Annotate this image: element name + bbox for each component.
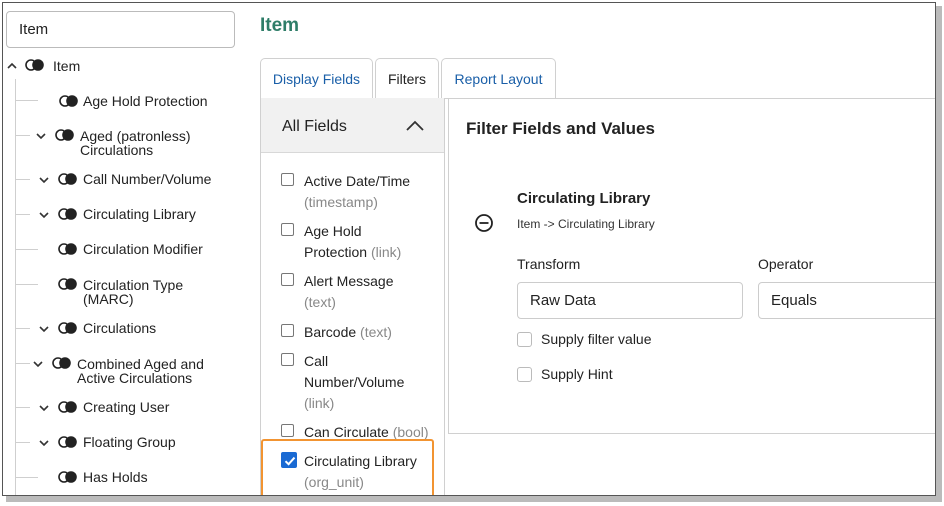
supply-hint-label: Supply Hint (541, 366, 613, 382)
chevron-down-icon[interactable] (38, 209, 50, 221)
tree-connector (16, 249, 38, 250)
tree-connector (16, 100, 38, 101)
supply-filter-value-label: Supply filter value (541, 331, 652, 347)
operator-label: Operator (758, 256, 814, 272)
field-type: (link) (370, 244, 402, 260)
app-frame: Item Item Age Hold Protection Aged (patr… (2, 2, 936, 496)
tree-item-circulations[interactable]: Circulations (83, 321, 156, 335)
field-label: Can Circulate (304, 424, 389, 440)
frame-shadow-right (936, 6, 942, 500)
tree-item-combined-line2[interactable]: Active Circulations (77, 371, 192, 385)
tree-item-aged-circulations-line1[interactable]: Aged (patronless) (80, 129, 191, 143)
filter-panel: Filter Fields and Values Circulating Lib… (448, 98, 935, 434)
field-checkbox[interactable] (281, 324, 294, 337)
tab-filters[interactable]: Filters (375, 58, 439, 99)
field-type: (text) (304, 294, 336, 310)
tree-connector (16, 328, 30, 329)
tree-item-circulation-type-line1[interactable]: Circulation Type (83, 278, 183, 292)
field-checkbox[interactable] (281, 424, 294, 437)
field-type: (bool) (392, 424, 429, 440)
join-venn-icon (59, 95, 78, 107)
remove-circle-icon[interactable] (474, 213, 494, 233)
tree-connector (16, 179, 30, 180)
tree-connector (16, 477, 38, 478)
join-venn-icon (58, 208, 77, 220)
chevron-down-icon[interactable] (38, 437, 50, 449)
tree-connector (16, 135, 30, 136)
tab-report-layout[interactable]: Report Layout (441, 58, 556, 98)
tree-connector (16, 214, 30, 215)
join-venn-icon (58, 173, 77, 185)
tree-item-circulation-modifier[interactable]: Circulation Modifier (83, 242, 203, 256)
transform-select[interactable]: Raw Data (517, 282, 743, 319)
tree-search-input[interactable]: Item (6, 11, 235, 48)
all-fields-header[interactable]: All Fields (261, 98, 444, 153)
tree-item-aged-circulations-line2[interactable]: Circulations (80, 143, 153, 157)
field-label-line2: Number/Volume (304, 374, 405, 390)
chevron-down-icon[interactable] (32, 358, 44, 370)
join-venn-icon (52, 357, 71, 369)
tree-item-call-number-volume[interactable]: Call Number/Volume (83, 172, 211, 186)
tree-item-circulating-library[interactable]: Circulating Library (83, 207, 196, 221)
field-type: (text) (360, 324, 392, 340)
chevron-down-icon[interactable] (38, 323, 50, 335)
field-checkbox[interactable] (281, 173, 294, 186)
field-checkbox[interactable] (281, 273, 294, 286)
join-venn-icon (58, 471, 77, 483)
field-label: Barcode (304, 324, 357, 340)
field-label: Alert Message (304, 273, 394, 289)
transform-label: Transform (517, 256, 581, 272)
all-fields-panel: All Fields Active Date/Time (timestamp) … (260, 98, 445, 495)
all-fields-heading: All Fields (282, 118, 347, 135)
source-tree: Item Item Age Hold Protection Aged (patr… (3, 3, 248, 495)
page-title: Item (260, 15, 300, 36)
join-venn-icon (58, 243, 77, 255)
chevron-up-icon[interactable] (405, 120, 425, 132)
filter-field-path: Item -> Circulating Library (517, 217, 655, 231)
tree-item-circulation-type-line2[interactable]: (MARC) (83, 292, 134, 306)
tree-connector (16, 407, 30, 408)
filter-panel-heading: Filter Fields and Values (466, 119, 655, 138)
tree-item-floating-group[interactable]: Floating Group (83, 435, 176, 449)
chevron-down-icon[interactable] (38, 174, 50, 186)
tree-connector (16, 284, 38, 285)
join-venn-icon (58, 436, 77, 448)
tree-item-has-holds[interactable]: Has Holds (83, 470, 148, 484)
tree-root-label[interactable]: Item (53, 59, 80, 73)
tree-connector (16, 442, 30, 443)
field-checkbox[interactable] (281, 223, 294, 236)
field-type: (link) (304, 395, 335, 411)
join-venn-icon (58, 278, 77, 290)
tab-display-fields[interactable]: Display Fields (260, 58, 373, 98)
field-checkbox[interactable] (281, 353, 294, 366)
tree-item-age-hold-protection[interactable]: Age Hold Protection (83, 94, 208, 108)
join-venn-icon (25, 59, 44, 71)
field-label: Age Hold (304, 223, 362, 239)
tree-connector (16, 363, 30, 364)
join-venn-icon (55, 129, 74, 141)
supply-hint-checkbox[interactable] (517, 367, 532, 382)
tree-item-creating-user[interactable]: Creating User (83, 400, 169, 414)
filter-field-name: Circulating Library (517, 190, 651, 207)
field-label: Active Date/Time (304, 173, 411, 189)
field-label: Call (304, 353, 329, 369)
join-venn-icon (58, 401, 77, 413)
tree-item-combined-line1[interactable]: Combined Aged and (77, 357, 204, 371)
operator-select[interactable]: Equals (758, 282, 935, 319)
join-venn-icon (58, 322, 77, 334)
tree-guide-line (15, 79, 16, 495)
chevron-down-icon[interactable] (38, 402, 50, 414)
chevron-down-icon[interactable] (35, 130, 47, 142)
frame-shadow-bottom (6, 496, 942, 502)
chevron-up-icon[interactable] (6, 60, 18, 72)
field-label-line2: Protection (304, 244, 368, 260)
selection-highlight-box (261, 439, 434, 495)
supply-filter-value-checkbox[interactable] (517, 332, 532, 347)
field-type: (timestamp) (304, 194, 378, 210)
